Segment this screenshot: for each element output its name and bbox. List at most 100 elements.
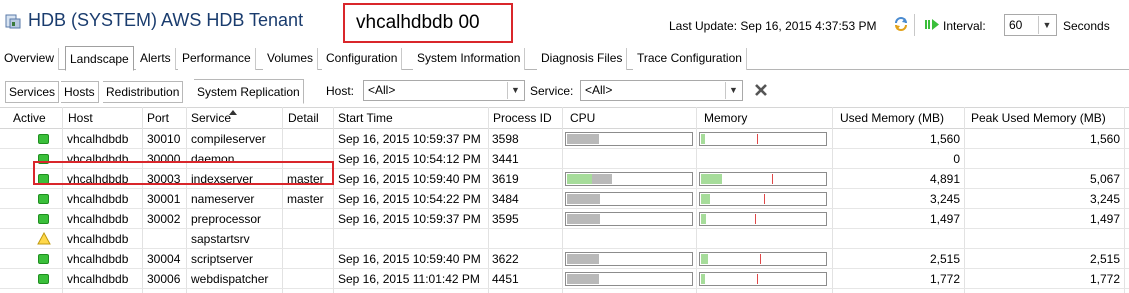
table-row[interactable]: vhcalhdbdb 30001 nameserver master Sep 16, 2… xyxy=(0,189,1129,209)
memory-usage-bar xyxy=(699,212,827,226)
col-header-service[interactable]: Service xyxy=(191,111,231,125)
col-header-peak-used-memory[interactable]: Peak Used Memory (MB) xyxy=(971,111,1106,125)
cell-start-time: Sep 16, 2015 11:01:42 PM xyxy=(338,272,480,286)
cell-service: sapstartsrv xyxy=(191,232,250,246)
memory-usage-bar xyxy=(699,132,827,146)
cell-host: vhcalhdbdb xyxy=(67,272,129,286)
status-green-icon xyxy=(38,134,49,144)
status-green-icon xyxy=(38,214,49,224)
tab-diagnosis-files[interactable]: Diagnosis Files xyxy=(537,48,628,70)
cell-host: vhcalhdbdb xyxy=(67,232,129,246)
interval-play-icon[interactable] xyxy=(925,19,939,30)
clear-filter-icon[interactable] xyxy=(754,83,768,97)
subtab-system-replication[interactable]: System Replication xyxy=(194,79,304,104)
cell-used-memory: 1,560 xyxy=(929,132,960,146)
highlight-box xyxy=(33,161,334,185)
tab-volumes[interactable]: Volumes xyxy=(263,48,319,70)
interval-select[interactable]: 60 ▼ xyxy=(1004,14,1057,36)
toolbar-separator xyxy=(914,14,915,36)
col-header-host[interactable]: Host xyxy=(68,111,93,125)
memory-used-fill xyxy=(701,134,705,144)
col-header-port[interactable]: Port xyxy=(147,111,169,125)
memory-usage-bar xyxy=(699,192,827,206)
status-green-icon xyxy=(38,194,49,204)
memory-limit-marker xyxy=(772,174,773,184)
cell-peak-used-memory: 5,067 xyxy=(1089,172,1120,186)
subtab-services[interactable]: Services xyxy=(5,81,60,103)
cell-port: 30010 xyxy=(147,132,181,146)
cpu-used-fill xyxy=(592,174,612,184)
cell-process-id: 3622 xyxy=(492,252,519,266)
cell-host: vhcalhdbdb xyxy=(67,212,129,226)
table-row[interactable]: vhcalhdbdb 30006 webdispatcher Sep 16, 2015… xyxy=(0,269,1129,289)
instance-name: vhcalhdbdb 00 xyxy=(343,3,513,43)
cpu-usage-bar xyxy=(565,212,693,226)
cell-port: 30001 xyxy=(147,192,181,206)
service-filter-value: <All> xyxy=(585,83,613,97)
refresh-icon[interactable] xyxy=(893,16,909,32)
tab-configuration[interactable]: Configuration xyxy=(322,48,403,70)
cell-used-memory: 1,772 xyxy=(929,272,960,286)
cell-process-id: 3484 xyxy=(492,192,519,206)
tab-landscape[interactable]: Landscape xyxy=(65,46,134,71)
memory-limit-marker xyxy=(757,274,758,284)
table-row[interactable]: vhcalhdbdb 30004 scriptserver Sep 16, 2015 … xyxy=(0,249,1129,269)
app-icon xyxy=(5,14,21,29)
tab-performance[interactable]: Performance xyxy=(178,48,256,70)
table-header: Active Host Port Service Detail Start Ti… xyxy=(0,107,1129,129)
subtab-redistribution[interactable]: Redistribution xyxy=(103,81,184,103)
cell-detail: master xyxy=(287,192,324,206)
memory-limit-marker xyxy=(764,194,765,204)
last-update-value: Sep 16, 2015 4:37:53 PM xyxy=(740,19,877,33)
table-row[interactable]: vhcalhdbdb 30002 preprocessor Sep 16, 2015 … xyxy=(0,209,1129,229)
chevron-down-icon[interactable]: ▼ xyxy=(507,82,523,99)
cell-start-time: Sep 16, 2015 10:54:12 PM xyxy=(338,152,481,166)
cell-service: compileserver xyxy=(191,132,266,146)
cpu-used-fill xyxy=(567,214,600,224)
cell-port: 30004 xyxy=(147,252,181,266)
memory-usage-bar xyxy=(699,252,827,266)
sort-ascending-icon xyxy=(229,110,237,115)
cell-process-id: 4451 xyxy=(492,272,519,286)
cell-peak-used-memory: 2,515 xyxy=(1089,252,1120,266)
col-header-process-id[interactable]: Process ID xyxy=(493,111,552,125)
last-update-label: Last Update: xyxy=(669,19,738,33)
cell-peak-used-memory: 1,560 xyxy=(1089,132,1120,146)
table-row[interactable]: vhcalhdbdb 30010 compileserver Sep 16, 2015… xyxy=(0,129,1129,149)
chevron-down-icon[interactable]: ▼ xyxy=(1038,16,1055,34)
col-header-active[interactable]: Active xyxy=(13,111,46,125)
cpu-used-fill xyxy=(567,194,600,204)
cell-start-time: Sep 16, 2015 10:54:22 PM xyxy=(338,192,481,206)
memory-limit-marker xyxy=(757,134,758,144)
tab-trace-configuration[interactable]: Trace Configuration xyxy=(633,48,747,70)
tab-system-information[interactable]: System Information xyxy=(413,48,526,70)
memory-usage-bar xyxy=(699,172,827,186)
service-filter-select[interactable]: <All> ▼ xyxy=(580,80,743,101)
cpu-used-fill xyxy=(567,254,599,264)
chevron-down-icon[interactable]: ▼ xyxy=(725,82,741,99)
tab-overview[interactable]: Overview xyxy=(0,48,60,70)
cell-host: vhcalhdbdb xyxy=(67,132,129,146)
memory-used-fill xyxy=(701,174,722,184)
page-title: HDB (SYSTEM) AWS HDB Tenant xyxy=(28,10,304,30)
subtab-hosts[interactable]: Hosts xyxy=(61,81,99,103)
cell-service: nameserver xyxy=(191,192,255,206)
seconds-label: Seconds xyxy=(1063,19,1110,33)
host-filter-select[interactable]: <All> ▼ xyxy=(363,80,525,101)
cell-peak-used-memory: 1,497 xyxy=(1089,212,1120,226)
cell-process-id: 3598 xyxy=(492,132,519,146)
col-header-start-time[interactable]: Start Time xyxy=(338,111,393,125)
last-update: Last Update: Sep 16, 2015 4:37:53 PM xyxy=(669,19,877,33)
col-header-used-memory[interactable]: Used Memory (MB) xyxy=(840,111,944,125)
cpu-other-fill xyxy=(567,174,592,184)
table-row[interactable]: vhcalhdbdb sapstartsrv xyxy=(0,229,1129,249)
host-filter-label: Host: xyxy=(326,84,355,98)
col-header-detail[interactable]: Detail xyxy=(288,111,319,125)
status-green-icon xyxy=(38,274,49,284)
interval-value: 60 xyxy=(1009,18,1023,32)
cpu-used-fill xyxy=(567,274,599,284)
col-header-memory[interactable]: Memory xyxy=(704,111,747,125)
tab-alerts[interactable]: Alerts xyxy=(136,48,176,70)
cell-peak-used-memory: 3,245 xyxy=(1089,192,1120,206)
col-header-cpu[interactable]: CPU xyxy=(570,111,595,125)
